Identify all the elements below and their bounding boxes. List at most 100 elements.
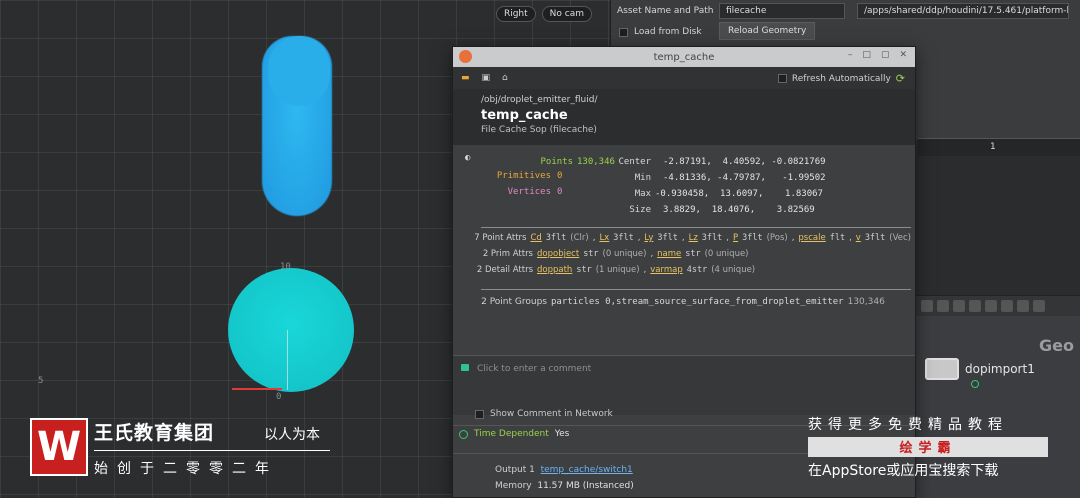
time-dependent-label: Time Dependent [474,429,549,439]
promo-line-1: 获得更多免费精品教程 [808,417,1008,433]
tool-icon[interactable] [1017,300,1029,312]
asset-name-label: Asset Name and Path [617,6,714,16]
tool-icon[interactable] [953,300,965,312]
min-value: -4.81336, -4.79787, -1.99502 [663,173,826,183]
refresh-checkbox[interactable] [777,74,787,83]
attr-type: 4str [686,265,708,275]
attr-name[interactable]: doppath [537,265,572,275]
asset-path-field[interactable]: /apps/shared/ddp/houdini/17.5.461/platfo… [857,3,1069,19]
tool-icon[interactable] [1033,300,1045,312]
point-groups-label: 2 Point Groups [481,297,547,307]
prim-attrs-row: 2 Prim Attrs dopobject str (0 unique), nam… [465,249,911,259]
point-groups-row: 2 Point Groups particles 0,stream_source… [465,297,911,307]
vertices-value: 0 [557,187,563,197]
max-label: Max [634,189,651,199]
attr-meta: (0 unique) [602,249,647,259]
tool-icon[interactable] [937,300,949,312]
tool-icon[interactable] [985,300,997,312]
refresh-label: Refresh Automatically [791,73,891,84]
window-icon[interactable]: ▣ [482,73,491,83]
detail-attrs-label: 2 Detail Attrs [476,265,533,275]
attr-type: 3flt [701,233,723,243]
reload-row: Reload Geometry [719,22,816,40]
attr-name[interactable]: Ly [644,233,653,243]
attr-name[interactable]: v [856,233,861,243]
axis-tick-label: 0 [276,392,282,402]
camera-dropdown[interactable]: No cam [541,6,592,22]
comment-placeholder[interactable]: Click to enter a comment [477,364,591,374]
output-link[interactable]: temp_cache/switch1 [541,465,633,475]
time-dependent-value: Yes [554,429,570,439]
show-comment-label: Show Comment in Network [490,409,613,419]
node-type: File Cache Sop (filecache) [481,125,597,135]
attr-type: 3flt [657,233,678,243]
view-dropdown[interactable]: Right [495,6,536,22]
attr-name[interactable]: Lx [599,233,609,243]
promo-app-name: 绘学霸 [808,437,1048,457]
node-header: /obj/droplet_emitter_fluid/ temp_cache F… [453,89,915,145]
attr-name[interactable]: name [657,249,681,259]
attr-name[interactable]: dopobject [537,249,579,259]
attr-name[interactable]: Cd [530,233,541,243]
attr-type: 3flt [545,233,567,243]
view-toggle-icon[interactable]: ◐ [465,153,470,163]
vertices-label: Vertices [507,187,551,197]
min-label: Min [634,173,651,183]
tool-icon[interactable] [1001,300,1013,312]
reload-geometry-button[interactable]: Reload Geometry [719,22,816,40]
tool-icon[interactable] [921,300,933,312]
load-from-disk-row: Load from Disk [619,27,702,37]
node-output-connector[interactable] [971,380,979,388]
minimize-icon[interactable]: – [848,50,853,60]
attr-name[interactable]: P [733,233,738,243]
node-box[interactable] [925,358,959,380]
comment-icon [461,364,469,371]
refresh-icon[interactable]: ⟳ [896,72,905,85]
attr-name[interactable]: pscale [798,233,825,243]
clock-icon [459,429,468,439]
geometry-stats: ◐ Points 130,346 Primitives 0 Vertices 0… [463,153,911,223]
attr-type: flt [829,233,846,243]
viewport-camera-controls: Right No cam [495,6,592,22]
time-dependent-row: Time Dependent Yes [459,429,569,439]
point-groups-value: particles 0,stream_source_surface_from_d… [551,297,844,307]
attr-type: str [685,249,701,259]
attr-type: str [583,249,599,259]
home-icon[interactable]: ⌂ [502,73,508,83]
attr-type: str [576,265,592,275]
attr-meta: (0 unique) [704,249,749,259]
output-label: Output 1 [495,465,535,475]
asset-name-field[interactable]: filecache [719,3,845,19]
brand-logo: W [30,418,88,476]
axis-tick-label: 10 [280,262,291,272]
points-label: Points [540,157,573,167]
x-axis-handle [232,388,282,390]
attr-name[interactable]: Lz [689,233,698,243]
restore-icon[interactable]: □ [862,50,871,60]
section-divider [481,289,911,290]
show-comment-checkbox[interactable] [475,409,484,419]
pin-icon[interactable]: ▬ [461,73,470,83]
point-groups-count: 130,346 [847,297,885,307]
y-axis-handle [287,330,288,390]
attr-name[interactable]: varmap [650,265,682,275]
maximize-icon[interactable]: ▢ [881,50,890,60]
primitives-label: Primitives [496,171,551,181]
max-value: -0.930458, 13.6097, 1.83067 [655,189,823,199]
prim-attrs-label: 2 Prim Attrs [482,249,533,259]
window-titlebar[interactable]: temp_cache – □ ▢ ✕ [453,47,915,67]
point-attrs-row: 7 Point Attrs Cd 3flt (Clr), Lx 3flt, Ly 3fl… [465,233,911,243]
promo-line-3: 在AppStore或应用宝搜索下载 [808,463,999,479]
size-label: Size [629,205,651,215]
comment-area[interactable]: Click to enter a comment [453,355,915,415]
attr-type: 3flt [864,233,886,243]
load-from-disk-checkbox[interactable] [619,27,628,37]
close-icon[interactable]: ✕ [899,50,907,60]
section-divider [481,227,911,228]
attr-meta: (Vec) [889,233,911,243]
dopimport-node[interactable]: dopimport1 [925,358,1035,380]
tool-icon[interactable] [969,300,981,312]
memory-value: 11.57 MB (Instanced) [537,481,634,491]
attr-meta: (4 unique) [711,265,756,275]
frame-strip: 1 [918,138,1080,156]
